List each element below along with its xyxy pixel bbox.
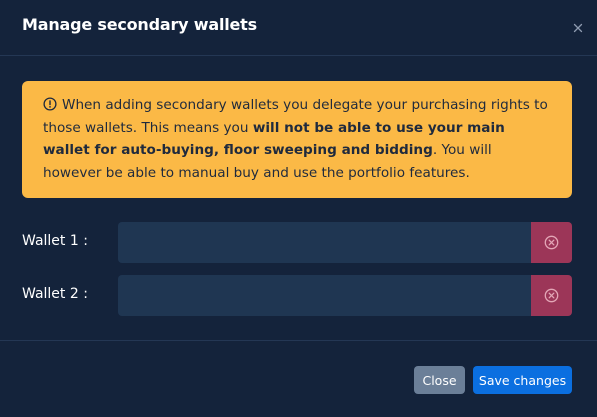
wallet-1-label: Wallet 1 : [22, 233, 88, 249]
modal-title: Manage secondary wallets [22, 15, 257, 34]
close-button[interactable]: Close [414, 366, 465, 394]
wallet-1-remove-button[interactable] [531, 222, 572, 263]
wallet-2-remove-button[interactable] [531, 275, 572, 316]
alert-circle-icon [43, 96, 57, 111]
manage-wallets-modal: Manage secondary wallets When adding sec… [0, 0, 597, 417]
wallet-row-2: Wallet 2 : [0, 275, 597, 316]
wallet-2-label: Wallet 2 : [22, 286, 88, 302]
wallet-1-input[interactable] [118, 222, 531, 263]
wallet-2-input[interactable] [118, 275, 531, 316]
modal-header: Manage secondary wallets [0, 0, 597, 56]
clear-circle-icon [544, 235, 559, 250]
footer-divider [0, 340, 597, 341]
clear-circle-icon [544, 288, 559, 303]
wallet-row-1: Wallet 1 : [0, 222, 597, 263]
save-changes-button[interactable]: Save changes [473, 366, 572, 394]
close-icon[interactable] [572, 19, 584, 33]
delegation-warning-alert: When adding secondary wallets you delega… [22, 81, 572, 198]
